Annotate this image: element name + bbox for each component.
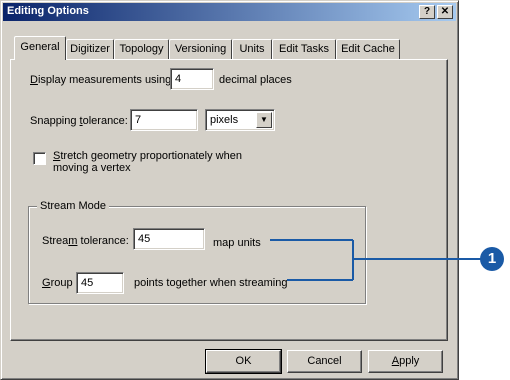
points-together-label: points together when streaming [134,277,288,289]
snapping-tolerance-input[interactable]: 7 [130,109,198,131]
display-measurements-label: Display measurements using [30,74,172,86]
decimal-places-input[interactable]: 4 [170,68,214,90]
stream-tolerance-input[interactable]: 45 [133,228,205,250]
snapping-units-select[interactable]: pixels ▼ [205,109,275,131]
group-points-input[interactable]: 45 [76,272,124,294]
chevron-down-icon[interactable]: ▼ [256,112,272,128]
stream-tolerance-label: Stream tolerance: [42,235,129,247]
stretch-geometry-label: Stretch geometry proportionately when mo… [53,150,242,174]
group-label: Group [42,277,73,289]
map-units-label: map units [213,237,261,249]
apply-button[interactable]: Apply [368,350,443,373]
ok-button[interactable]: OK [205,349,282,374]
decimal-places-label: decimal places [219,74,292,86]
stretch-geometry-checkbox[interactable] [33,152,46,165]
snapping-units-value: pixels [210,114,239,126]
stream-mode-title: Stream Mode [37,200,110,212]
cancel-button[interactable]: Cancel [287,350,362,373]
snapping-tolerance-label: Snapping tolerance: [30,115,128,127]
